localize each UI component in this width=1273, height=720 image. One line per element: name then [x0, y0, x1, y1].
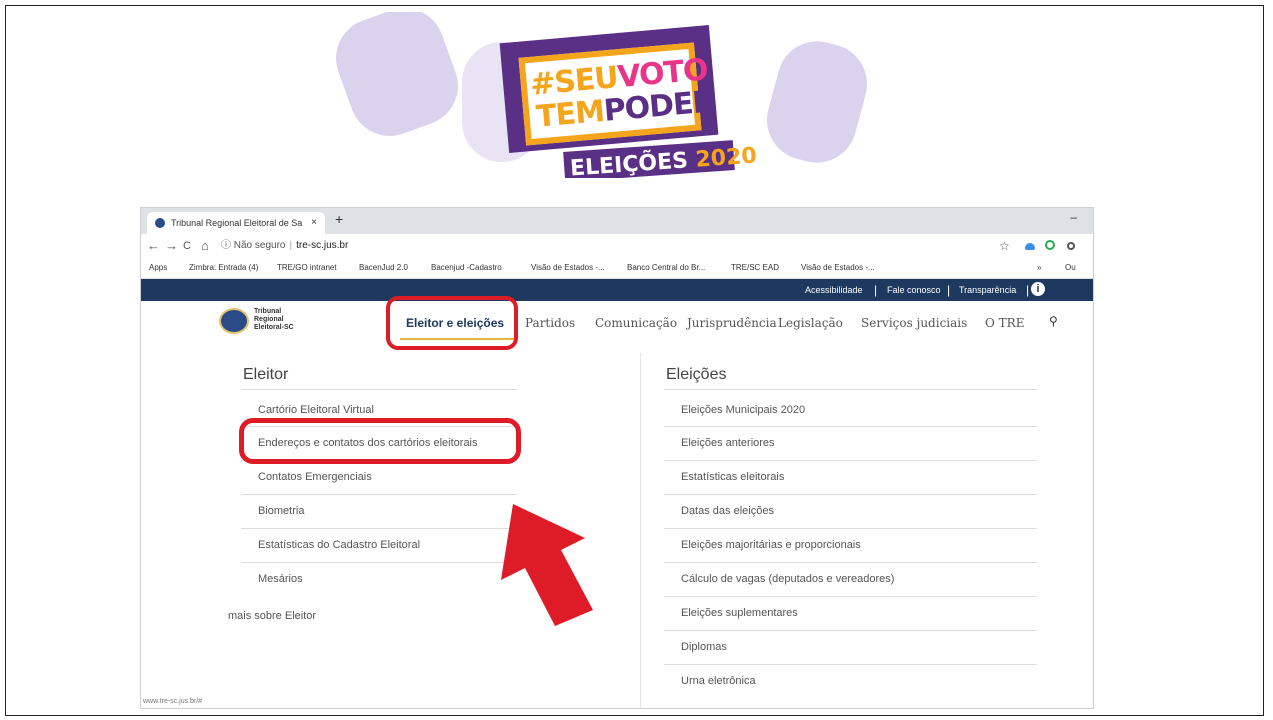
left-fist-image [324, 12, 470, 148]
red-arrow-icon [501, 504, 593, 626]
campaign-banner: #SEUVOTO TEMPODER ELEIÇÕES 2020 [312, 12, 904, 178]
browser-screenshot: Tribunal Regional Eleitoral de Sa × + – … [140, 207, 1094, 709]
right-fist-image [758, 32, 876, 172]
